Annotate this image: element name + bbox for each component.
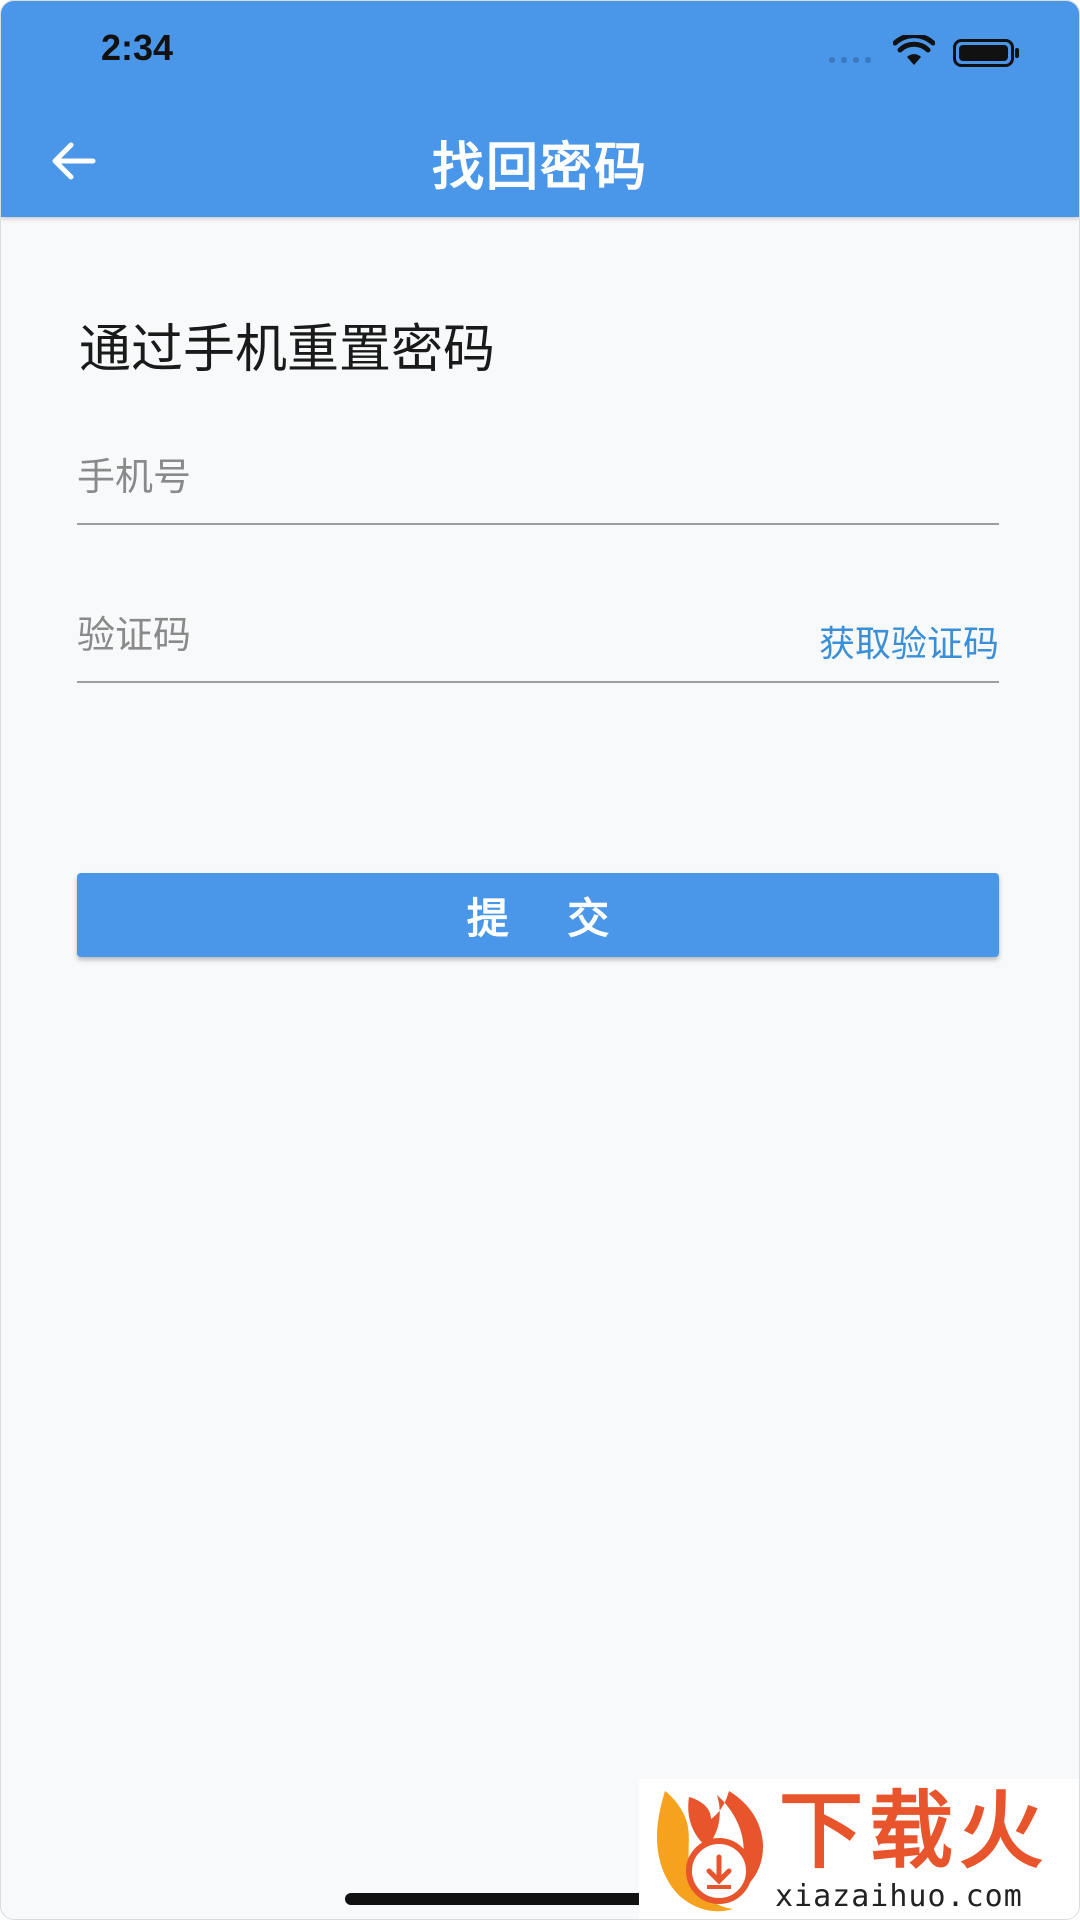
get-code-button[interactable]: 获取验证码 (819, 615, 999, 667)
code-field: 获取验证码 (77, 589, 999, 683)
watermark-logo: 下载火 xiazaihuo.com (639, 1779, 1079, 1919)
watermark-url: xiazaihuo.com (775, 1879, 1023, 1914)
verification-code-input[interactable] (77, 607, 777, 663)
phone-field (77, 431, 999, 525)
phone-screen: 2:34 找回密码 通过手机重置密码 获取验证码 (0, 0, 1080, 1920)
app-header: 2:34 找回密码 (1, 1, 1079, 217)
phone-input[interactable] (77, 449, 777, 505)
page-title: 找回密码 (431, 138, 648, 198)
status-time: 2:34 (101, 27, 174, 68)
wifi-icon (893, 35, 935, 65)
watermark-brand: 下载火 (779, 1782, 1050, 1880)
section-title: 通过手机重置密码 (79, 320, 496, 380)
flame-logo-icon (657, 1791, 763, 1912)
submit-button[interactable]: 提 交 (77, 873, 999, 957)
cellular-signal-icon (829, 57, 871, 63)
battery-icon (953, 39, 1019, 67)
